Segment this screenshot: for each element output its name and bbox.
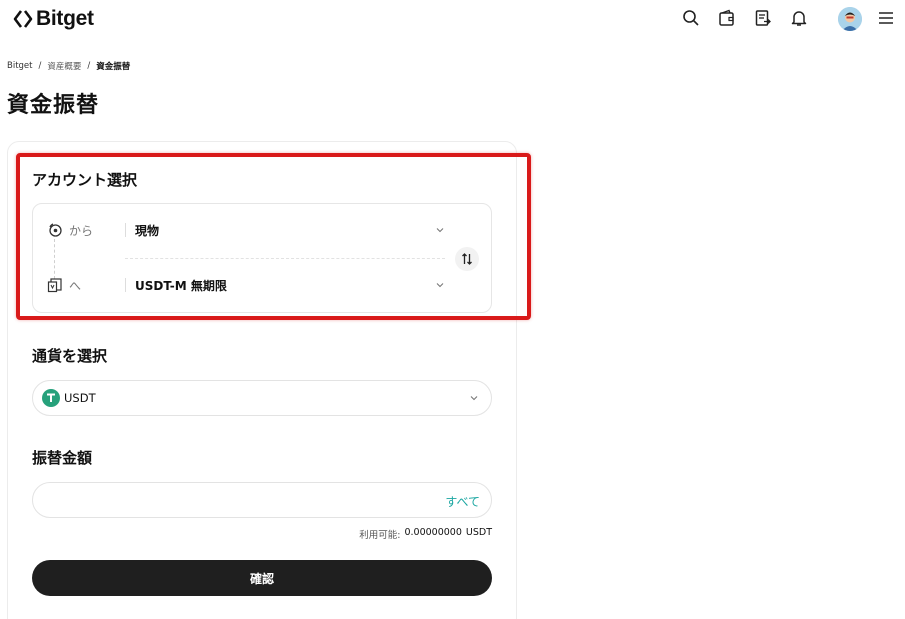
- available-unit: USDT: [465, 527, 492, 538]
- breadcrumb-separator: /: [38, 61, 42, 71]
- chevron-down-icon[interactable]: [435, 225, 445, 235]
- logo-text: Bitget: [36, 7, 94, 30]
- available-balance: 利用可能: 0.00000000 USDT: [359, 527, 492, 541]
- bell-icon[interactable]: [789, 8, 809, 28]
- max-amount-button[interactable]: すべて: [445, 493, 480, 510]
- to-account-icon: [47, 277, 63, 293]
- from-account-icon: [47, 222, 63, 238]
- account-selector: から 現物 へ USDT-M 無期限: [32, 203, 492, 313]
- page-title: 資金振替: [7, 93, 100, 118]
- bitget-logo-icon: [13, 10, 33, 28]
- from-account-row[interactable]: から 現物: [33, 210, 491, 250]
- available-label: 利用可能:: [359, 530, 401, 541]
- divider: [125, 223, 126, 237]
- tether-icon: [42, 389, 60, 407]
- breadcrumb-current: 資金振替: [96, 62, 131, 72]
- avatar[interactable]: [838, 7, 862, 31]
- available-value: 0.00000000: [404, 527, 462, 538]
- divider: [125, 278, 126, 292]
- to-account-value[interactable]: USDT-M 無期限: [135, 277, 227, 294]
- account-section-title: アカウント選択: [32, 171, 138, 189]
- breadcrumb: Bitget / 資産概要 / 資金振替: [7, 60, 130, 72]
- chevron-down-icon[interactable]: [435, 280, 445, 290]
- swap-arrows-icon: [462, 253, 472, 265]
- breadcrumb-home[interactable]: Bitget: [7, 61, 32, 71]
- breadcrumb-assets[interactable]: 資産概要: [47, 60, 81, 72]
- search-icon[interactable]: [681, 8, 701, 28]
- confirm-button[interactable]: 確認: [32, 560, 492, 596]
- breadcrumb-separator: /: [87, 61, 91, 71]
- chevron-down-icon[interactable]: [469, 393, 479, 403]
- orders-icon[interactable]: [753, 8, 773, 28]
- wallet-icon[interactable]: [717, 8, 737, 28]
- from-label: から: [69, 223, 94, 238]
- to-label: へ: [69, 278, 82, 293]
- amount-input[interactable]: [47, 490, 427, 512]
- amount-section-title: 振替金額: [32, 449, 93, 467]
- amount-field[interactable]: すべて: [32, 482, 492, 518]
- to-account-row[interactable]: へ USDT-M 無期限: [33, 265, 491, 305]
- currency-value: USDT: [64, 391, 96, 405]
- bitget-logo[interactable]: Bitget: [12, 7, 94, 31]
- menu-icon[interactable]: [876, 8, 896, 28]
- currency-select[interactable]: USDT: [32, 380, 492, 416]
- from-account-value[interactable]: 現物: [135, 222, 159, 239]
- currency-section-title: 通貨を選択: [32, 347, 108, 365]
- divider: [125, 258, 445, 259]
